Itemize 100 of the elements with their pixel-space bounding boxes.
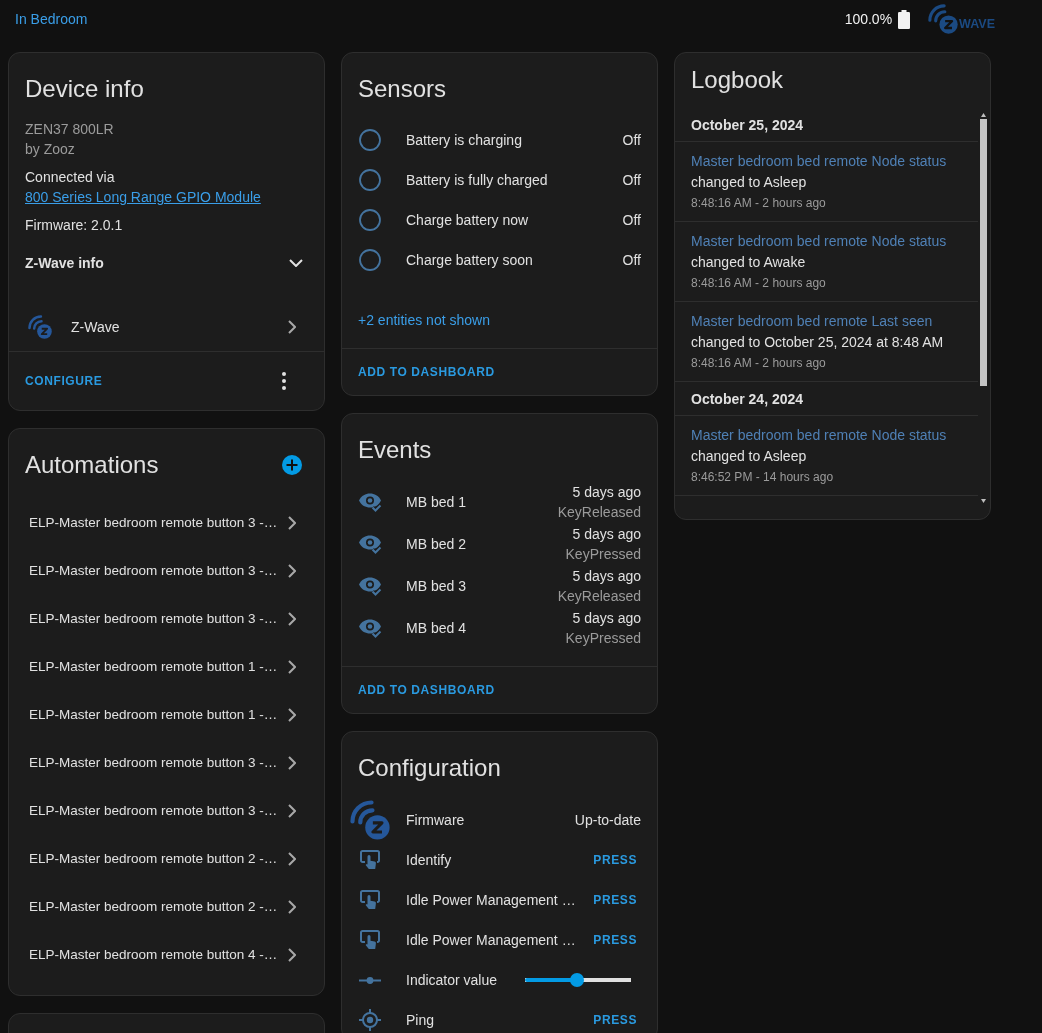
add-to-dashboard-button[interactable]: ADD TO DASHBOARD [350,354,503,390]
automation-item[interactable]: ELP-Master bedroom remote button 1 -… [9,643,324,691]
card-title: Logbook [691,65,784,95]
logbook-entity-link[interactable]: Master bedroom bed remote Node status [691,231,947,251]
line-dot-icon [359,976,381,984]
eye-check-icon [358,492,382,512]
card-title: Configuration [358,753,501,783]
sensor-name: Charge battery now [406,211,529,230]
logbook-time: 8:48:16 AM - 2 hours ago [691,355,826,372]
event-time: 5 days ago [572,525,641,544]
crosshairs-icon [359,1009,381,1031]
sensor-name: Charge battery soon [406,251,533,270]
config-name: Idle Power Management … [406,891,576,910]
event-name: MB bed 2 [406,535,466,554]
area-link[interactable]: In Bedroom [15,9,88,29]
automation-item[interactable]: ELP-Master bedroom remote button 4 -… [9,931,324,979]
chevron-right-icon [288,612,296,626]
chevron-right-icon [288,804,296,818]
battery-icon [898,9,911,29]
config-name: Firmware [406,811,465,830]
tap-button-icon [360,850,380,870]
add-circle-icon[interactable] [282,455,302,475]
event-type: KeyPressed [565,545,641,564]
slider-thumb[interactable] [569,973,584,987]
automation-item[interactable]: ELP-Master bedroom remote button 3 -… [9,739,324,787]
config-name: Ping [406,1011,435,1030]
sensor-name: Battery is charging [406,131,522,150]
firmware-status: Up-to-date [574,811,641,830]
press-button[interactable]: PRESS [589,844,641,876]
connected-via-text: Connected via 800 Series Long Range GPIO Module [25,168,262,207]
sensor-state: Off [622,131,641,150]
card-title: Sensors [358,74,447,104]
zwave-icon [28,315,52,339]
event-name: MB bed 3 [406,577,466,596]
sensor-state: Off [622,251,641,270]
more-options-icon[interactable] [282,372,286,390]
chevron-right-icon [288,320,296,334]
configure-button[interactable]: CONFIGURE [17,363,111,399]
event-type: KeyPressed [565,629,641,648]
event-name: MB bed 1 [406,493,466,512]
logbook-message: changed to Awake [691,253,806,272]
circle-outline-icon [359,129,381,151]
tap-button-icon [360,890,380,910]
event-type: KeyReleased [557,503,641,522]
logbook-entity-link[interactable]: Master bedroom bed remote Node status [691,425,947,445]
eye-check-icon [358,618,382,638]
chevron-right-icon [288,852,296,866]
logo-text: WAVE [959,16,995,31]
more-entities-link[interactable]: +2 entities not shown [358,310,490,330]
circle-outline-icon [359,249,381,271]
event-time: 5 days ago [572,483,641,502]
logbook-message: changed to Asleep [691,173,807,192]
chevron-right-icon [288,900,296,914]
press-button[interactable]: PRESS [589,924,641,956]
automation-item[interactable]: ELP-Master bedroom remote button 3 -… [9,787,324,835]
press-button[interactable]: PRESS [589,884,641,916]
sensor-state: Off [622,171,641,190]
event-name: MB bed 4 [406,619,466,638]
config-name: Indicator value [406,971,498,990]
logbook-date: October 25, 2024 [691,115,804,135]
chevron-right-icon [288,564,296,578]
sensor-name: Battery is fully charged [406,171,548,190]
event-type: KeyReleased [557,587,641,606]
zwave-info-expander[interactable]: Z-Wave info [25,239,308,287]
hub-link[interactable]: 800 Series Long Range GPIO Module [25,189,261,205]
integration-item[interactable]: Z-Wave [9,303,324,351]
eye-check-icon [358,534,382,554]
zwave-icon [350,800,390,840]
logbook-time: 8:48:16 AM - 2 hours ago [691,275,826,292]
event-time: 5 days ago [572,567,641,586]
automation-item[interactable]: ELP-Master bedroom remote button 3 -… [9,595,324,643]
chevron-right-icon [288,708,296,722]
logbook-entity-link[interactable]: Master bedroom bed remote Node status [691,151,947,171]
circle-outline-icon [359,209,381,231]
config-name: Identify [406,851,452,870]
card-title: Events [358,435,432,465]
press-button[interactable]: PRESS [589,1004,641,1033]
automation-item[interactable]: ELP-Master bedroom remote button 1 -… [9,691,324,739]
wave-logo-icon [928,4,959,34]
config-name: Idle Power Management … [406,931,576,950]
manufacturer-text: by Zooz [25,140,75,159]
automation-item[interactable]: ELP-Master bedroom remote button 3 -… [9,499,324,547]
event-time: 5 days ago [572,609,641,628]
logbook-date: October 24, 2024 [691,389,804,409]
card-title: Automations [25,450,159,480]
chevron-right-icon [288,516,296,530]
chevron-right-icon [288,948,296,962]
chevron-right-icon [288,660,296,674]
logbook-entity-link[interactable]: Master bedroom bed remote Last seen [691,311,933,331]
automation-item[interactable]: ELP-Master bedroom remote button 3 -… [9,547,324,595]
logbook-time: 8:48:16 AM - 2 hours ago [691,195,826,212]
automation-item[interactable]: ELP-Master bedroom remote button 2 -… [9,883,324,931]
sensor-state: Off [622,211,641,230]
card-title: Device info [25,74,144,104]
automation-item[interactable]: ELP-Master bedroom remote button 2 -… [9,835,324,883]
tap-button-icon [360,930,380,950]
add-to-dashboard-button[interactable]: ADD TO DASHBOARD [350,672,503,708]
chevron-right-icon [288,756,296,770]
logbook-time: 8:46:52 PM - 14 hours ago [691,469,834,486]
battery-level: 100.0% [844,10,893,29]
